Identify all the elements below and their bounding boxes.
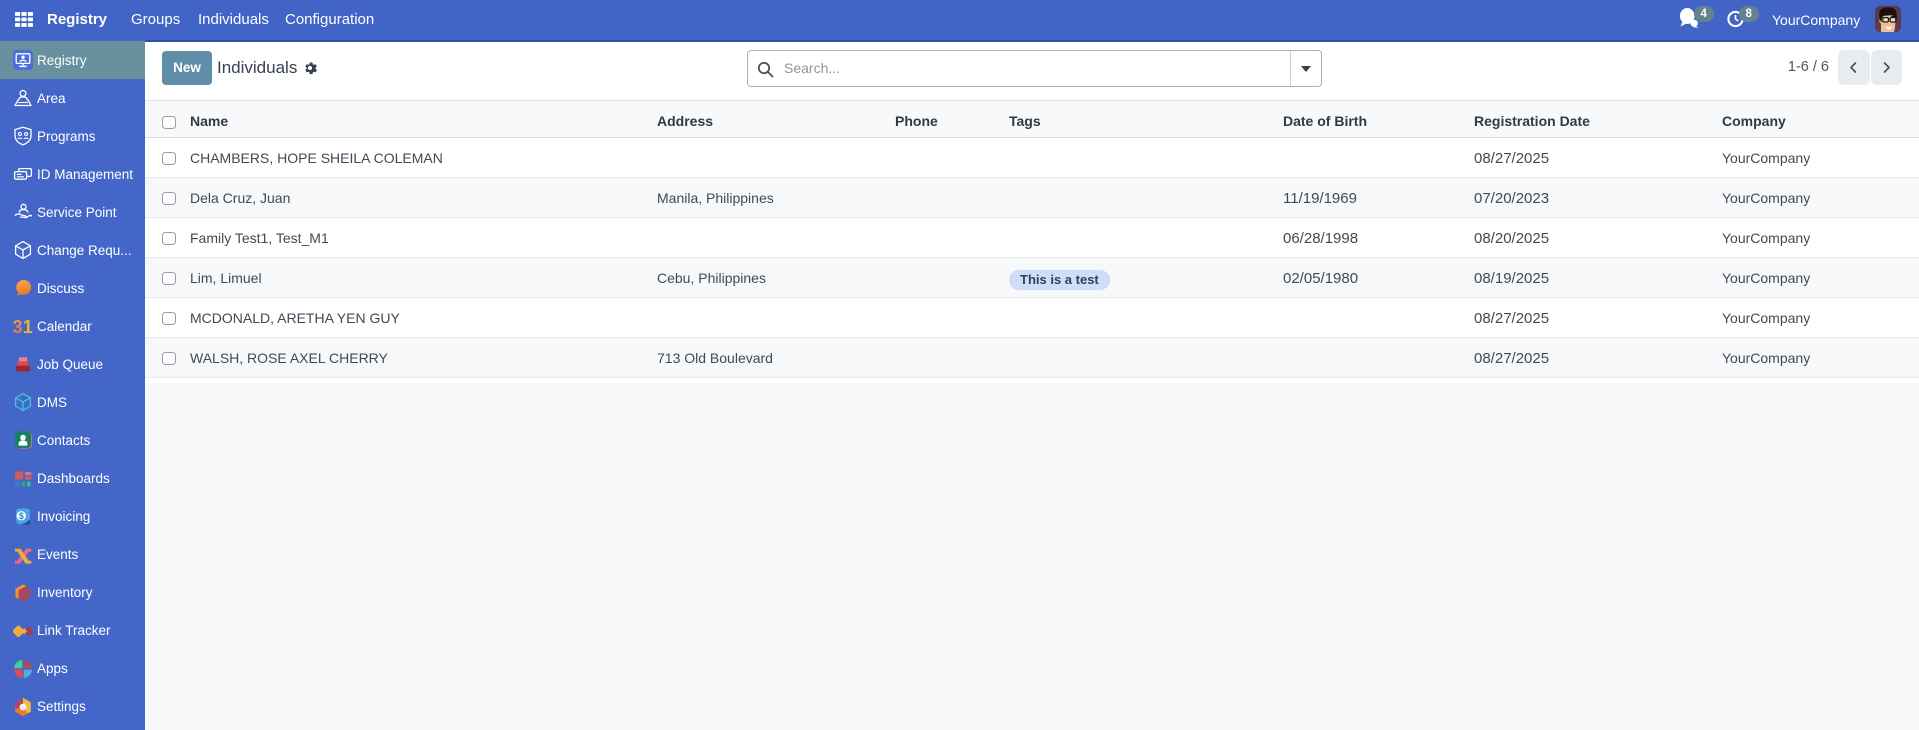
svg-text:$: $ <box>19 511 24 521</box>
svg-text:1: 1 <box>23 317 33 336</box>
svg-text:3: 3 <box>13 317 23 336</box>
